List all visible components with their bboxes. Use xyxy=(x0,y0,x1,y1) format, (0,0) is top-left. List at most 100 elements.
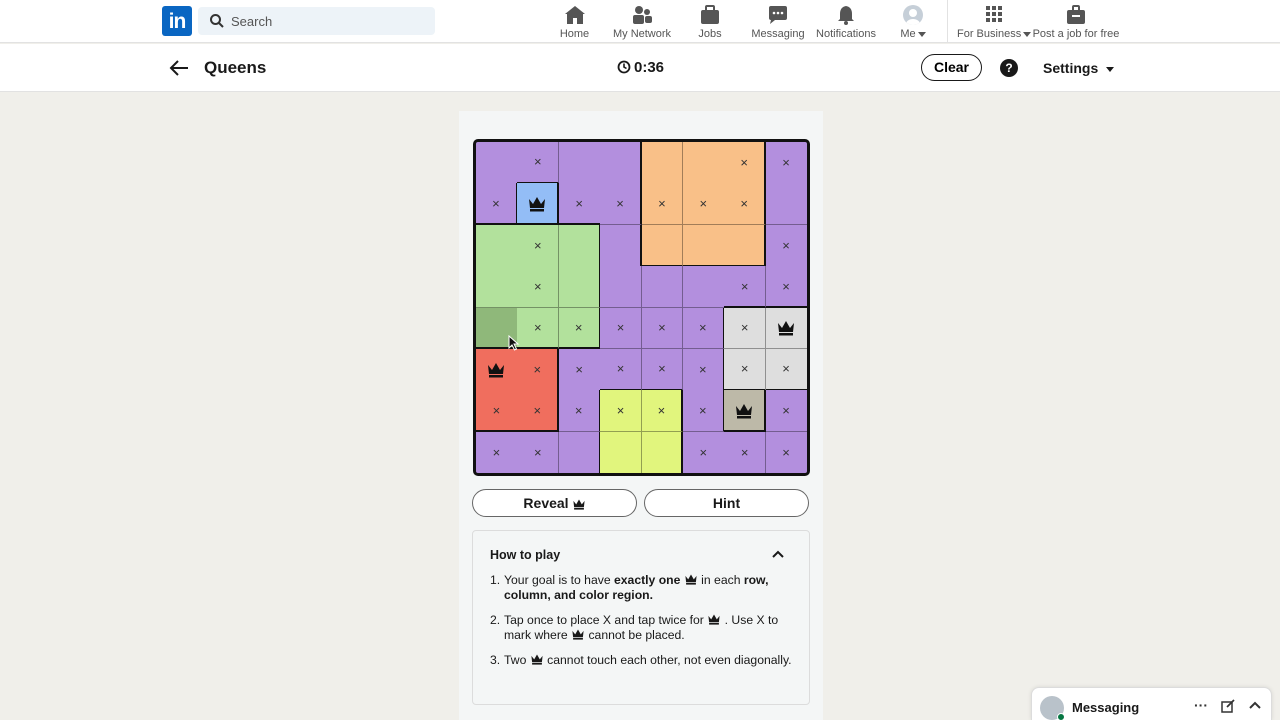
board-cell[interactable]: × xyxy=(682,307,725,350)
settings-dropdown[interactable]: Settings xyxy=(1043,60,1115,76)
clock-icon xyxy=(617,60,631,74)
board-cell[interactable]: × xyxy=(765,348,807,391)
back-arrow-icon[interactable] xyxy=(168,57,190,79)
board-cell[interactable]: × xyxy=(765,390,807,433)
x-mark: × xyxy=(782,154,790,170)
x-mark: × xyxy=(782,361,790,377)
search-input[interactable]: Search xyxy=(231,14,272,29)
board-cell[interactable]: × xyxy=(517,307,560,350)
board-cell[interactable]: × xyxy=(682,431,725,473)
board-cell[interactable] xyxy=(476,224,518,267)
nav-post-job[interactable]: Post a job for free xyxy=(1032,4,1120,40)
board-cell[interactable] xyxy=(682,142,725,184)
hint-button[interactable]: Hint xyxy=(644,489,809,517)
board-cell[interactable]: × xyxy=(682,390,725,433)
compose-icon[interactable] xyxy=(1221,699,1235,713)
board-cell[interactable]: × xyxy=(765,142,807,184)
board-cell[interactable] xyxy=(476,142,518,184)
board-cell[interactable]: × xyxy=(600,390,642,433)
board-cell[interactable] xyxy=(600,431,642,473)
nav-jobs[interactable]: Jobs xyxy=(695,4,725,40)
nav-home[interactable]: Home xyxy=(558,4,591,40)
board-cell[interactable]: × xyxy=(476,390,518,433)
board-cell[interactable] xyxy=(600,224,642,267)
board-cell[interactable] xyxy=(682,224,725,267)
board-cell[interactable] xyxy=(765,183,807,226)
board-cell[interactable]: × xyxy=(641,348,684,391)
board-cell[interactable]: × xyxy=(641,390,684,433)
nav-me[interactable]: Me xyxy=(897,4,929,40)
board-cell[interactable]: × xyxy=(517,390,560,433)
board-cell[interactable]: × xyxy=(765,266,807,308)
board-cell[interactable] xyxy=(641,431,684,473)
board-cell[interactable] xyxy=(682,266,725,308)
board-cell[interactable]: × xyxy=(682,183,725,226)
board-cell[interactable] xyxy=(476,266,518,308)
clear-button[interactable]: Clear xyxy=(921,54,982,81)
board-cell[interactable]: × xyxy=(600,183,642,226)
nav-messaging[interactable]: Messaging xyxy=(750,4,806,40)
board-cell[interactable]: × xyxy=(724,348,767,391)
board-cell[interactable]: × xyxy=(600,307,642,350)
x-mark: × xyxy=(616,320,625,336)
x-mark: × xyxy=(492,444,501,460)
chevron-up-icon[interactable] xyxy=(1248,700,1262,710)
board-cell[interactable]: × xyxy=(517,224,560,267)
x-mark: × xyxy=(616,196,624,212)
board-cell[interactable]: × xyxy=(724,183,767,226)
board-cell[interactable] xyxy=(641,224,684,267)
board-cell[interactable]: × xyxy=(558,307,601,350)
board-cell[interactable] xyxy=(558,266,601,308)
board-cell[interactable]: × xyxy=(765,431,807,473)
game-header: Queens 0:36 Clear ? Settings xyxy=(0,44,1280,92)
board-cell[interactable] xyxy=(600,266,642,308)
board-cell[interactable] xyxy=(724,224,767,267)
board-cell[interactable] xyxy=(724,390,767,433)
board-cell[interactable]: × xyxy=(724,142,767,184)
x-mark: × xyxy=(492,402,501,418)
board-cell[interactable] xyxy=(765,307,807,350)
board-cell[interactable]: × xyxy=(517,348,560,391)
nav-my-network[interactable]: My Network xyxy=(612,4,672,40)
more-options-icon[interactable]: ··· xyxy=(1194,697,1208,713)
board-cell[interactable] xyxy=(558,431,601,473)
board-cell[interactable]: × xyxy=(641,183,684,226)
x-mark: × xyxy=(534,279,542,295)
crown-icon xyxy=(486,361,506,378)
board-cell[interactable] xyxy=(558,224,601,267)
board-cell[interactable]: × xyxy=(558,348,601,391)
board-cell[interactable]: × xyxy=(476,431,518,473)
board-cell[interactable] xyxy=(517,183,560,226)
board-cell[interactable]: × xyxy=(682,348,725,391)
board-cell[interactable]: × xyxy=(641,307,684,350)
board-cell[interactable]: × xyxy=(517,142,560,184)
messaging-dock-label: Messaging xyxy=(1072,700,1140,715)
board-cell[interactable]: × xyxy=(724,431,767,473)
board-cell[interactable] xyxy=(641,266,684,308)
reveal-button[interactable]: Reveal xyxy=(472,489,637,517)
board-cell[interactable] xyxy=(558,142,601,184)
board-cell[interactable]: × xyxy=(558,390,601,433)
board-cell[interactable]: × xyxy=(765,224,807,267)
x-mark: × xyxy=(533,402,542,418)
board-cell[interactable] xyxy=(600,142,642,184)
crown-icon xyxy=(531,654,543,665)
board-cell[interactable] xyxy=(476,348,518,391)
briefcase-plus-icon xyxy=(1067,5,1085,24)
messaging-dock[interactable]: Messaging ··· xyxy=(1031,687,1272,720)
board-cell[interactable] xyxy=(641,142,684,184)
board-cell[interactable]: × xyxy=(517,431,560,473)
help-icon[interactable]: ? xyxy=(1000,59,1018,77)
x-mark: × xyxy=(740,320,749,336)
search-box[interactable]: Search xyxy=(198,7,435,35)
board-cell[interactable]: × xyxy=(558,183,601,226)
board-cell[interactable]: × xyxy=(600,348,642,391)
board-cell[interactable]: × xyxy=(517,266,560,308)
board-cell[interactable]: × xyxy=(476,183,518,226)
board-cell[interactable]: × xyxy=(724,307,767,350)
chevron-up-icon[interactable] xyxy=(771,549,785,559)
linkedin-logo[interactable]: in xyxy=(162,6,192,36)
board-cell[interactable]: × xyxy=(724,266,767,308)
nav-for-business[interactable]: For Business xyxy=(957,4,1032,40)
nav-notifications[interactable]: Notifications xyxy=(815,4,877,40)
